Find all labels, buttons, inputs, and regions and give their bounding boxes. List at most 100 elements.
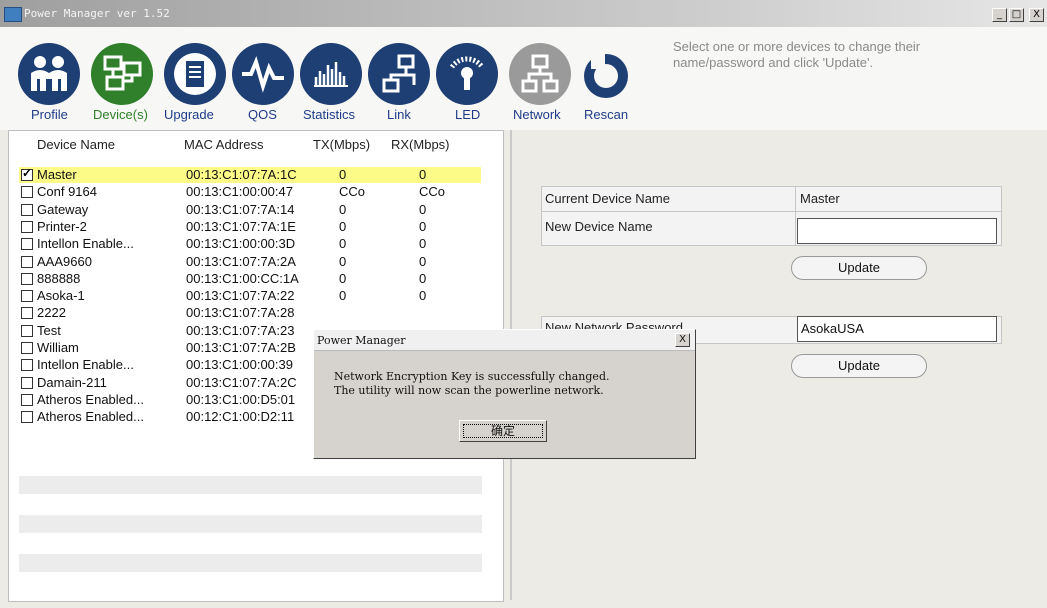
toolbar-label-upgrade: Upgrade bbox=[164, 107, 214, 122]
device-name-cell: Asoka-1 bbox=[37, 288, 85, 304]
device-row[interactable]: Intellon Enable... 00:13:C1:00:00:3D 0 0 bbox=[19, 236, 481, 252]
dialog-ok-button[interactable]: 确定 bbox=[459, 420, 547, 442]
update-password-button[interactable]: Update bbox=[791, 354, 927, 378]
device-checkbox[interactable] bbox=[21, 376, 33, 389]
waveform-icon bbox=[232, 43, 294, 105]
close-button[interactable]: X bbox=[1029, 8, 1044, 22]
device-row[interactable]: Printer-2 00:13:C1:07:7A:1E 0 0 bbox=[19, 219, 481, 235]
toolbar: Profile Device(s) Upgrade QOS Statistics bbox=[0, 27, 1047, 130]
toolbar-label-network: Network bbox=[513, 107, 561, 122]
device-name-cell: Atheros Enabled... bbox=[37, 409, 144, 425]
device-checkbox[interactable] bbox=[21, 272, 33, 285]
device-row[interactable]: 2222 00:13:C1:07:7A:28 bbox=[19, 305, 481, 321]
minimize-button[interactable]: _ bbox=[992, 8, 1007, 22]
message-dialog: Power Manager X Network Encryption Key i… bbox=[313, 329, 696, 459]
maximize-button[interactable]: □ bbox=[1009, 8, 1024, 22]
devices-icon bbox=[91, 43, 153, 105]
device-row[interactable]: AAA9660 00:13:C1:07:7A:2A 0 0 bbox=[19, 254, 481, 270]
mac-address-cell: 00:13:C1:07:7A:28 bbox=[186, 305, 295, 321]
device-checkbox[interactable] bbox=[21, 411, 33, 424]
rx-cell: 0 bbox=[419, 201, 427, 217]
rescan-icon bbox=[575, 43, 637, 105]
empty-list-row bbox=[19, 476, 482, 494]
device-checkbox[interactable] bbox=[21, 342, 33, 354]
dialog-message-line-1: Network Encryption Key is successfully c… bbox=[334, 370, 610, 383]
mac-address-cell: 00:13:C1:00:D5:01 bbox=[186, 391, 296, 407]
column-header-rx[interactable]: RX(Mbps) bbox=[391, 137, 450, 152]
device-name-cell: AAA9660 bbox=[37, 253, 92, 269]
device-checkbox[interactable] bbox=[21, 220, 33, 233]
mac-address-cell: 00:13:C1:07:7A:2A bbox=[186, 253, 296, 269]
dialog-message-line-2: The utility will now scan the powerline … bbox=[334, 384, 604, 397]
tx-cell: 0 bbox=[339, 253, 347, 269]
title-bar: Power Manager ver 1.52 _ □ X bbox=[0, 0, 1047, 27]
device-row[interactable]: Conf 9164 00:13:C1:00:00:47 CCo CCo bbox=[19, 184, 481, 200]
tx-cell: 0 bbox=[339, 201, 347, 217]
dialog-title-bar: Power Manager X bbox=[314, 330, 695, 351]
mac-address-cell: 00:13:C1:00:CC:1A bbox=[186, 270, 299, 286]
toolbar-label-qos: QOS bbox=[248, 107, 277, 122]
rx-cell: 0 bbox=[419, 288, 427, 304]
rx-cell: 0 bbox=[419, 218, 427, 234]
device-checkbox[interactable] bbox=[21, 359, 33, 372]
rx-cell: CCo bbox=[419, 184, 446, 200]
tx-cell: 0 bbox=[339, 218, 347, 234]
device-name-cell: Damain-211 bbox=[37, 374, 107, 390]
network-password-input[interactable]: AsokaUSA bbox=[797, 316, 997, 342]
device-checkbox[interactable] bbox=[21, 203, 33, 216]
device-row[interactable]: Gateway 00:13:C1:07:7A:14 0 0 bbox=[19, 202, 481, 218]
device-checkbox[interactable] bbox=[21, 307, 33, 320]
current-device-name-value: Master bbox=[800, 191, 840, 206]
rx-cell: 0 bbox=[419, 270, 427, 286]
tx-cell: 0 bbox=[339, 167, 347, 182]
device-checkbox[interactable] bbox=[21, 166, 33, 181]
device-row[interactable]: Master 00:13:C1:07:7A:1C 0 0 bbox=[19, 166, 481, 183]
network-link-icon bbox=[368, 43, 430, 105]
toolbar-label-link: Link bbox=[387, 107, 411, 122]
device-name-cell: Conf 9164 bbox=[37, 184, 97, 200]
tx-cell: 0 bbox=[339, 270, 347, 286]
tx-cell: CCo bbox=[339, 184, 366, 200]
dialog-message: Network Encryption Key is successfully c… bbox=[334, 370, 609, 398]
device-row[interactable]: Asoka-1 00:13:C1:07:7A:22 0 0 bbox=[19, 288, 481, 304]
led-icon bbox=[436, 43, 498, 105]
mac-address-cell: 00:13:C1:07:7A:22 bbox=[186, 288, 295, 304]
tx-cell: 0 bbox=[339, 288, 347, 304]
device-checkbox[interactable] bbox=[21, 393, 33, 406]
mac-address-cell: 00:12:C1:00:D2:11 bbox=[186, 409, 295, 425]
dialog-close-button[interactable]: X bbox=[675, 333, 690, 347]
empty-list-row bbox=[19, 554, 482, 572]
rx-cell: 0 bbox=[419, 236, 427, 252]
device-checkbox[interactable] bbox=[21, 324, 33, 337]
toolbar-label-led: LED bbox=[455, 107, 481, 122]
column-header-tx[interactable]: TX(Mbps) bbox=[313, 137, 370, 152]
column-header-device-name[interactable]: Device Name bbox=[37, 137, 115, 152]
upgrade-icon bbox=[164, 43, 226, 105]
rx-cell: 0 bbox=[419, 253, 427, 269]
device-checkbox[interactable] bbox=[21, 255, 33, 268]
window-title: Power Manager ver 1.52 bbox=[24, 7, 170, 20]
new-device-name-input[interactable] bbox=[797, 218, 997, 244]
device-name-cell: Printer-2 bbox=[37, 218, 87, 234]
device-name-cell: William bbox=[37, 340, 79, 355]
mac-address-cell: 00:13:C1:07:7A:14 bbox=[186, 201, 295, 217]
device-name-cell: 888888 bbox=[37, 270, 81, 286]
network-tree-icon bbox=[509, 43, 571, 105]
empty-list-row bbox=[19, 515, 482, 533]
new-device-name-label: New Device Name bbox=[545, 219, 653, 234]
mac-address-cell: 00:13:C1:07:7A:1E bbox=[186, 218, 296, 234]
update-name-button[interactable]: Update bbox=[791, 256, 927, 280]
device-checkbox[interactable] bbox=[21, 290, 33, 303]
device-checkbox[interactable] bbox=[21, 186, 33, 199]
column-header-mac[interactable]: MAC Address bbox=[184, 137, 263, 152]
current-device-name-label: Current Device Name bbox=[545, 191, 670, 206]
mac-address-cell: 00:13:C1:00:00:3D bbox=[186, 236, 296, 252]
bar-chart-icon bbox=[300, 43, 362, 105]
mac-address-cell: 00:13:C1:00:00:39 bbox=[186, 357, 293, 373]
device-checkbox[interactable] bbox=[21, 238, 33, 251]
toolbar-label-devices: Device(s) bbox=[93, 107, 148, 122]
mac-address-cell: 00:13:C1:00:00:47 bbox=[186, 184, 293, 200]
tx-cell: 0 bbox=[339, 236, 347, 252]
device-row[interactable]: 888888 00:13:C1:00:CC:1A 0 0 bbox=[19, 271, 481, 287]
device-name-cell: Test bbox=[37, 322, 61, 338]
